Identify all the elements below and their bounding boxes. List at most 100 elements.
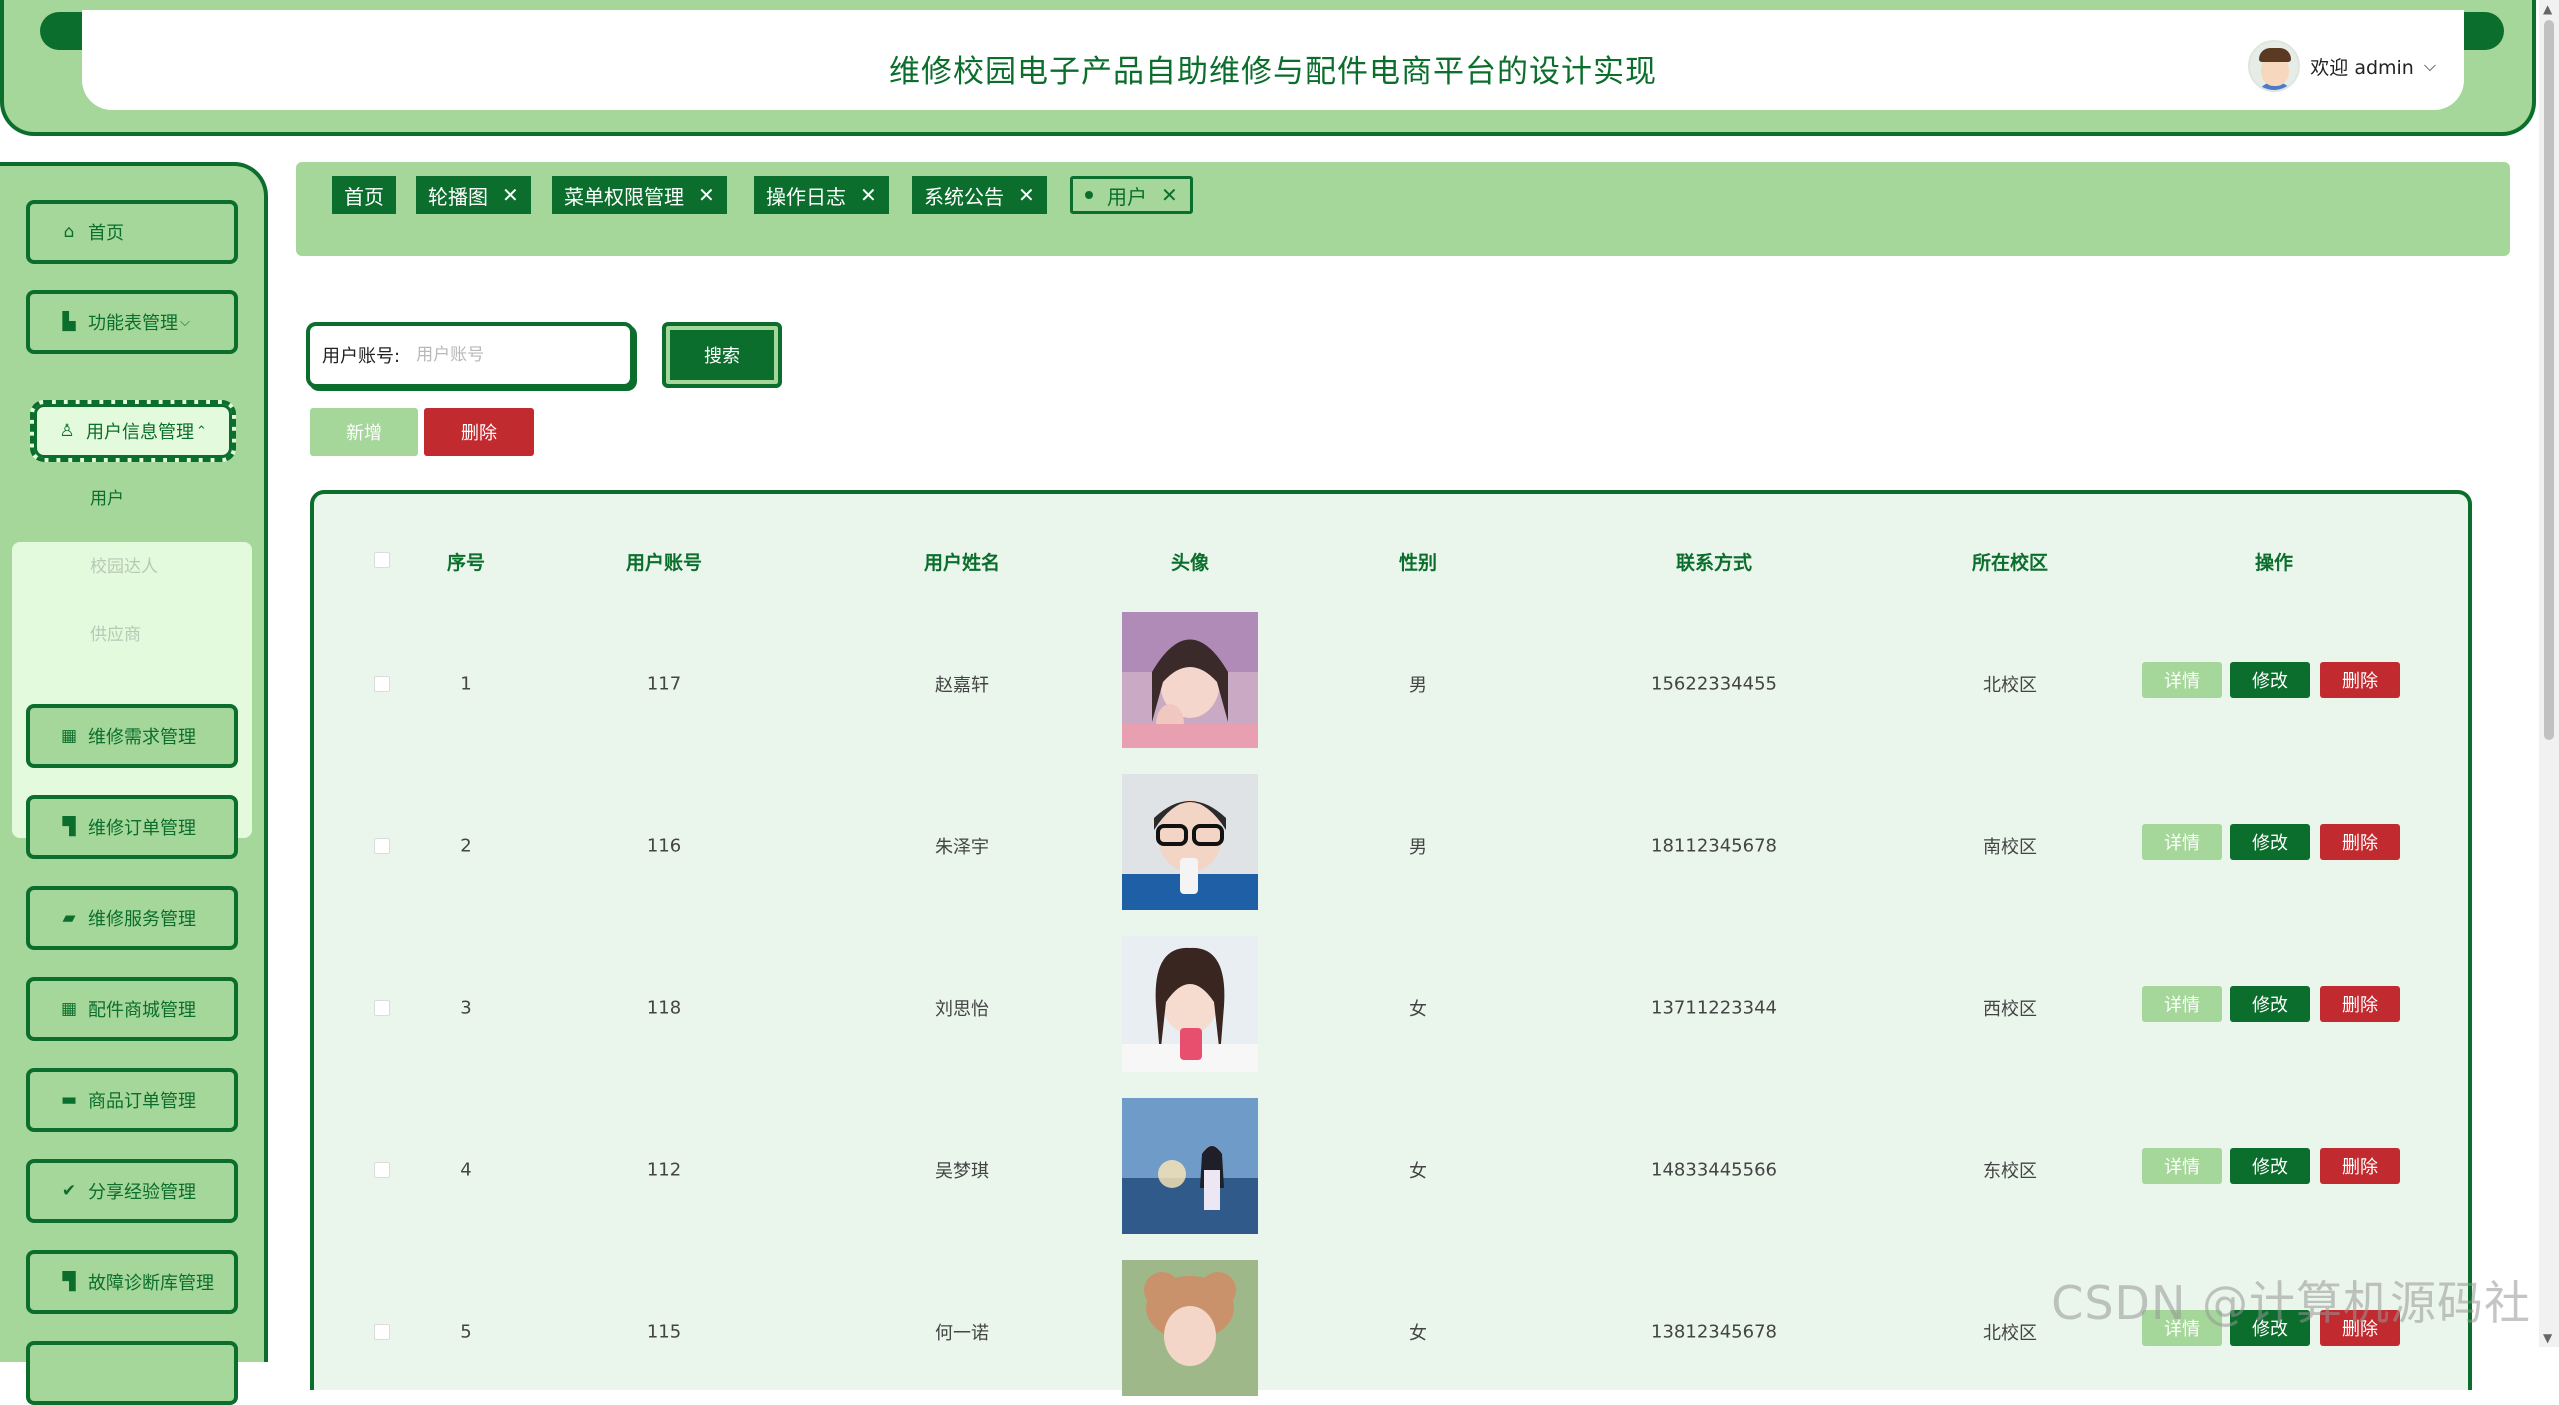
search-input[interactable] bbox=[416, 345, 586, 365]
sidebar-item-label: 分享经验管理 bbox=[88, 1178, 196, 1204]
submenu-item-campus-expert[interactable]: 校园达人 bbox=[90, 552, 158, 577]
sidebar-item-repair-order[interactable]: ▜ 维修订单管理 bbox=[26, 795, 238, 859]
edit-button[interactable]: 修改 bbox=[2230, 662, 2310, 698]
row-name: 何一诺 bbox=[935, 1319, 989, 1345]
sidebar-item-label: 首页 bbox=[88, 219, 124, 245]
list-icon: ▬ bbox=[60, 1091, 78, 1109]
select-all-checkbox[interactable] bbox=[374, 552, 390, 568]
user-avatar-image bbox=[1122, 1098, 1258, 1234]
row-delete-button[interactable]: 删除 bbox=[2320, 824, 2400, 860]
submenu-item-supplier[interactable]: 供应商 bbox=[90, 620, 141, 645]
sidebar-item-product-order[interactable]: ▬ 商品订单管理 bbox=[26, 1068, 238, 1132]
detail-button[interactable]: 详情 bbox=[2142, 824, 2222, 860]
user-avatar-image bbox=[1122, 936, 1258, 1072]
close-icon[interactable]: ✕ bbox=[860, 183, 877, 207]
sidebar-item-share-experience[interactable]: ✔ 分享经验管理 bbox=[26, 1159, 238, 1223]
row-checkbox[interactable] bbox=[374, 1000, 390, 1016]
submenu-panel bbox=[12, 542, 252, 838]
header-panel: 维修校园电子产品自助维修与配件电商平台的设计实现 欢迎 admin ⌵ bbox=[82, 10, 2464, 110]
tab-home[interactable]: 首页 bbox=[332, 176, 396, 214]
edit-button[interactable]: 修改 bbox=[2230, 986, 2310, 1022]
page-title: 维修校园电子产品自助维修与配件电商平台的设计实现 bbox=[82, 46, 2464, 91]
row-gender: 女 bbox=[1409, 995, 1427, 1021]
sidebar-item-fault-diagnosis[interactable]: ▜ 故障诊断库管理 bbox=[26, 1250, 238, 1314]
row-name: 赵嘉轩 bbox=[935, 671, 989, 697]
edit-button[interactable]: 修改 bbox=[2230, 824, 2310, 860]
row-number: 1 bbox=[460, 674, 471, 695]
row-checkbox[interactable] bbox=[374, 1162, 390, 1178]
row-name: 刘思怡 bbox=[935, 995, 989, 1021]
row-phone: 13812345678 bbox=[1651, 1322, 1777, 1343]
delete-button[interactable]: 删除 bbox=[424, 408, 534, 456]
tab-menu-permission[interactable]: 菜单权限管理 ✕ bbox=[552, 176, 727, 214]
user-menu[interactable]: 欢迎 admin ⌵ bbox=[2248, 40, 2436, 92]
row-name: 吴梦琪 bbox=[935, 1157, 989, 1183]
tab-label: 用户 bbox=[1107, 181, 1147, 210]
sidebar-item-user-info[interactable]: ♙ 用户信息管理 ⌃ bbox=[30, 400, 236, 462]
close-icon[interactable]: ✕ bbox=[1018, 183, 1035, 207]
tab-user[interactable]: 用户 ✕ bbox=[1070, 176, 1193, 214]
column-header: 联系方式 bbox=[1676, 548, 1752, 575]
row-account: 117 bbox=[647, 674, 681, 695]
row-phone: 14833445566 bbox=[1651, 1160, 1777, 1181]
sidebar: ⌂ 首页 ▙ 功能表管理 ⌵ ♙ 用户信息管理 ⌃ 用户 校园达人 供应商 ▦ … bbox=[0, 162, 268, 1362]
sidebar-item-label: 功能表管理 bbox=[88, 309, 178, 335]
sidebar-item-label: 用户信息管理 bbox=[86, 418, 194, 444]
add-button[interactable]: 新增 bbox=[310, 408, 418, 456]
detail-button[interactable]: 详情 bbox=[2142, 986, 2222, 1022]
cart-icon: ▜ bbox=[60, 1273, 78, 1291]
tab-label: 首页 bbox=[344, 181, 384, 210]
row-number: 2 bbox=[460, 836, 471, 857]
row-delete-button[interactable]: 删除 bbox=[2320, 986, 2400, 1022]
close-icon[interactable]: ✕ bbox=[1161, 183, 1178, 207]
row-campus: 北校区 bbox=[1983, 1319, 2037, 1345]
watermark: CSDN @计算机源码社 bbox=[2051, 1267, 2531, 1333]
home-icon: ⌂ bbox=[60, 223, 78, 241]
close-icon[interactable]: ✕ bbox=[502, 183, 519, 207]
row-campus: 西校区 bbox=[1983, 995, 2037, 1021]
page-scrollbar[interactable]: ▲ ▼ bbox=[2539, 0, 2559, 1347]
grid-icon: ▦ bbox=[60, 727, 78, 745]
sidebar-item-label: 维修订单管理 bbox=[88, 814, 196, 840]
close-icon[interactable]: ✕ bbox=[698, 183, 715, 207]
edit-button[interactable]: 修改 bbox=[2230, 1148, 2310, 1184]
tab-operation-log[interactable]: 操作日志 ✕ bbox=[754, 176, 889, 214]
user-avatar-image bbox=[1122, 1260, 1258, 1396]
user-icon: ♙ bbox=[58, 422, 76, 440]
sidebar-item-label: 维修需求管理 bbox=[88, 723, 196, 749]
tab-carousel[interactable]: 轮播图 ✕ bbox=[416, 176, 531, 214]
row-gender: 女 bbox=[1409, 1319, 1427, 1345]
column-header: 操作 bbox=[2255, 548, 2293, 575]
row-campus: 南校区 bbox=[1983, 833, 2037, 859]
search-button[interactable]: 搜索 bbox=[662, 322, 782, 388]
row-delete-button[interactable]: 删除 bbox=[2320, 662, 2400, 698]
row-number: 3 bbox=[460, 998, 471, 1019]
tab-system-notice[interactable]: 系统公告 ✕ bbox=[912, 176, 1047, 214]
submenu-item-user[interactable]: 用户 bbox=[90, 484, 124, 509]
scroll-down-arrow-icon[interactable]: ▼ bbox=[2543, 1331, 2552, 1345]
chevron-up-icon: ⌃ bbox=[196, 424, 207, 439]
sidebar-item-home[interactable]: ⌂ 首页 bbox=[26, 200, 238, 264]
row-delete-button[interactable]: 删除 bbox=[2320, 1148, 2400, 1184]
scroll-up-arrow-icon[interactable]: ▲ bbox=[2543, 2, 2552, 16]
sidebar-item-repair-demand[interactable]: ▦ 维修需求管理 bbox=[26, 704, 238, 768]
sidebar-item-function-table[interactable]: ▙ 功能表管理 ⌵ bbox=[26, 290, 238, 354]
column-header: 性别 bbox=[1399, 548, 1437, 575]
row-checkbox[interactable] bbox=[374, 838, 390, 854]
detail-button[interactable]: 详情 bbox=[2142, 1148, 2222, 1184]
detail-button[interactable]: 详情 bbox=[2142, 662, 2222, 698]
sidebar-item-label: 配件商城管理 bbox=[88, 996, 196, 1022]
row-account: 116 bbox=[647, 836, 681, 857]
sidebar-item-repair-service[interactable]: ▰ 维修服务管理 bbox=[26, 886, 238, 950]
row-checkbox[interactable] bbox=[374, 676, 390, 692]
row-checkbox[interactable] bbox=[374, 1324, 390, 1340]
active-dot-icon bbox=[1085, 191, 1093, 199]
row-gender: 女 bbox=[1409, 1157, 1427, 1183]
sidebar-item-label: 故障诊断库管理 bbox=[88, 1269, 214, 1295]
sidebar-item-more[interactable] bbox=[26, 1341, 238, 1405]
scroll-thumb[interactable] bbox=[2544, 20, 2554, 740]
row-number: 4 bbox=[460, 1160, 471, 1181]
sidebar-item-parts-mall[interactable]: ▦ 配件商城管理 bbox=[26, 977, 238, 1041]
search-label: 用户账号: bbox=[322, 342, 400, 368]
column-header: 所在校区 bbox=[1972, 548, 2048, 575]
